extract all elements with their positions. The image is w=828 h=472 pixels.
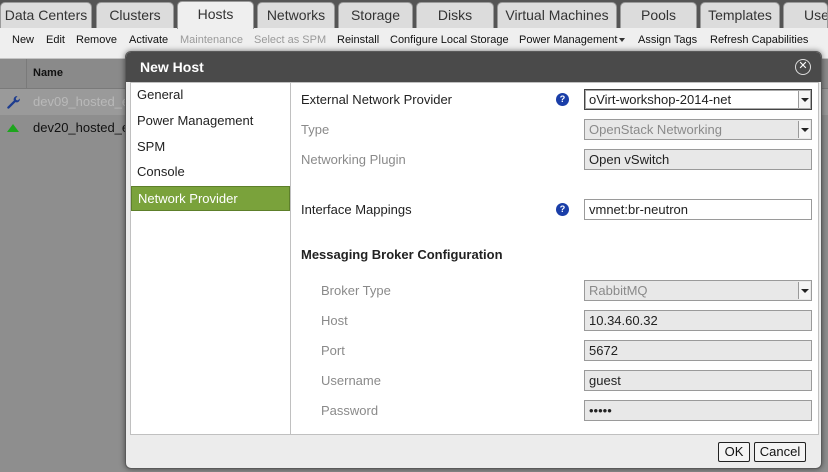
- tab-data-centers[interactable]: Data Centers: [0, 2, 92, 28]
- interface-mappings-value: vmnet:br-neutron: [589, 202, 688, 217]
- side-tab-power-management[interactable]: Power Management: [131, 109, 290, 134]
- refresh-capabilities-button[interactable]: Refresh Capabilities: [710, 34, 808, 46]
- external-network-provider-select[interactable]: oVirt-workshop-2014-net: [584, 89, 812, 110]
- chevron-down-icon: [619, 38, 626, 43]
- networking-plugin-label: Networking Plugin: [301, 152, 406, 167]
- tab-hosts[interactable]: Hosts: [177, 1, 254, 29]
- interface-mappings-label: Interface Mappings: [301, 202, 412, 217]
- dialog-title: New Host: [140, 59, 204, 75]
- tab-templates[interactable]: Templates: [700, 2, 780, 28]
- username-label: Username: [321, 373, 381, 388]
- power-management-label: Power Management: [519, 34, 618, 46]
- port-field[interactable]: 5672: [584, 340, 812, 361]
- side-tab-network-provider[interactable]: Network Provider: [131, 186, 290, 211]
- tab-clusters[interactable]: Clusters: [96, 2, 174, 28]
- ok-button[interactable]: OK: [718, 442, 750, 462]
- tab-disks[interactable]: Disks: [416, 2, 494, 28]
- chevron-down-icon[interactable]: [798, 91, 810, 108]
- tab-users[interactable]: Use: [783, 2, 828, 28]
- networking-plugin-field[interactable]: Open vSwitch: [584, 149, 812, 170]
- port-label: Port: [321, 343, 345, 358]
- name-column-header[interactable]: Name: [33, 67, 63, 79]
- broker-type-value: RabbitMQ: [589, 283, 648, 298]
- tab-pools[interactable]: Pools: [620, 2, 697, 28]
- host-field[interactable]: 10.34.60.32: [584, 310, 812, 331]
- type-label: Type: [301, 122, 330, 137]
- chevron-down-icon[interactable]: [798, 282, 810, 299]
- external-network-provider-value: oVirt-workshop-2014-net: [589, 92, 732, 107]
- port-value: 5672: [589, 343, 618, 358]
- dialog-title-bar: New Host ✕: [126, 52, 821, 82]
- main-tab-bar: Data Centers Clusters Hosts Networks Sto…: [0, 0, 828, 29]
- tab-virtual-machines[interactable]: Virtual Machines: [497, 2, 617, 28]
- host-name: dev20_hosted_e: [33, 120, 130, 135]
- networking-plugin-value: Open vSwitch: [589, 152, 670, 167]
- broker-type-label: Broker Type: [321, 283, 391, 298]
- type-value: OpenStack Networking: [589, 122, 722, 137]
- reinstall-button[interactable]: Reinstall: [337, 34, 379, 46]
- close-icon[interactable]: ✕: [795, 59, 811, 75]
- host-value: 10.34.60.32: [589, 313, 658, 328]
- remove-button[interactable]: Remove: [76, 34, 117, 46]
- side-tab-console[interactable]: Console: [131, 160, 290, 185]
- help-icon[interactable]: ?: [556, 93, 569, 106]
- configure-local-storage-button[interactable]: Configure Local Storage: [390, 34, 509, 46]
- assign-tags-button[interactable]: Assign Tags: [638, 34, 697, 46]
- password-field[interactable]: •••••: [584, 400, 812, 421]
- side-tab-general[interactable]: General: [131, 83, 290, 108]
- network-provider-panel: External Network Provider ? oVirt-worksh…: [291, 82, 819, 435]
- select-as-spm-button[interactable]: Select as SPM: [254, 34, 326, 46]
- activate-button[interactable]: Activate: [129, 34, 168, 46]
- help-icon[interactable]: ?: [556, 203, 569, 216]
- chevron-down-icon[interactable]: [798, 121, 810, 138]
- edit-button[interactable]: Edit: [46, 34, 65, 46]
- password-label: Password: [321, 403, 379, 418]
- status-column-header[interactable]: [0, 59, 27, 89]
- new-button[interactable]: New: [12, 34, 34, 46]
- username-field[interactable]: guest: [584, 370, 812, 391]
- password-value: •••••: [589, 403, 612, 418]
- username-value: guest: [589, 373, 621, 388]
- host-name: dev09_hosted_e: [33, 94, 130, 109]
- maintenance-button[interactable]: Maintenance: [180, 34, 243, 46]
- new-host-dialog: New Host ✕ General Power Management SPM …: [125, 51, 822, 469]
- external-network-provider-label: External Network Provider: [301, 92, 452, 107]
- tab-storage[interactable]: Storage: [338, 2, 413, 28]
- side-tab-spm[interactable]: SPM: [131, 135, 290, 160]
- up-arrow-icon: [7, 124, 19, 132]
- power-management-dropdown[interactable]: Power Management: [519, 34, 626, 46]
- cancel-button[interactable]: Cancel: [754, 442, 806, 462]
- dialog-side-nav: General Power Management SPM Console Net…: [130, 82, 291, 435]
- host-label: Host: [321, 313, 348, 328]
- broker-type-select[interactable]: RabbitMQ: [584, 280, 812, 301]
- wrench-icon: [7, 96, 20, 109]
- type-select[interactable]: OpenStack Networking: [584, 119, 812, 140]
- tab-networks[interactable]: Networks: [257, 2, 335, 28]
- interface-mappings-input[interactable]: vmnet:br-neutron: [584, 199, 812, 220]
- messaging-broker-section-title: Messaging Broker Configuration: [301, 247, 503, 262]
